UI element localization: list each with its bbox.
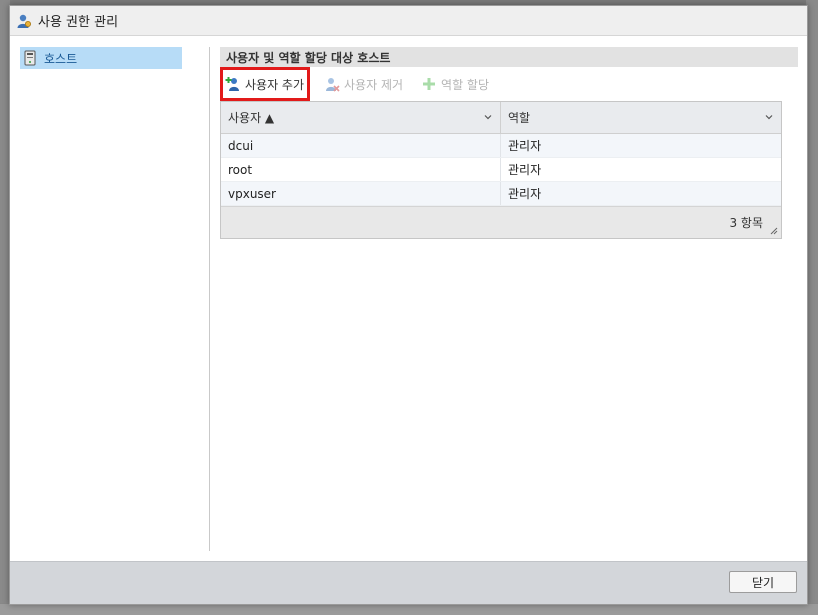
table-row[interactable]: dcui 관리자 [221, 134, 781, 158]
table-row[interactable]: vpxuser 관리자 [221, 182, 781, 206]
assign-role-label: 역할 할당 [441, 77, 490, 92]
dialog-titlebar: 사용 권한 관리 [10, 6, 807, 36]
dialog-title: 사용 권한 관리 [38, 15, 119, 30]
left-nav: 호스트 [20, 47, 182, 69]
chevron-down-icon[interactable] [484, 113, 492, 121]
permissions-dialog: 사용 권한 관리 호스트 사용자 및 역할 할당 대상 호스트 사용자 추가 사… [9, 5, 808, 605]
toolbar: 사용자 추가 사용자 제거 역할 할당 [220, 67, 798, 101]
resize-grip-icon[interactable] [770, 227, 778, 235]
remove-user-label: 사용자 제거 [344, 77, 404, 92]
nav-item-host[interactable]: 호스트 [20, 47, 182, 69]
vertical-divider [209, 47, 210, 551]
dialog-body: 호스트 사용자 및 역할 할당 대상 호스트 사용자 추가 사용자 제거 역할 … [10, 37, 807, 561]
close-button[interactable]: 닫기 [729, 571, 797, 593]
role-cell: 관리자 [508, 163, 542, 177]
user-permissions-icon [17, 14, 31, 28]
column-header-user-label: 사용자 ▲ [228, 111, 275, 125]
user-cell: root [221, 158, 501, 181]
user-cell: dcui [221, 134, 501, 157]
column-header-role-label: 역할 [508, 111, 531, 125]
chevron-down-icon[interactable] [765, 113, 773, 121]
table-row[interactable]: root 관리자 [221, 158, 781, 182]
dialog-footer: 닫기 [10, 561, 807, 604]
column-header-user[interactable]: 사용자 ▲ [221, 102, 501, 133]
table-header: 사용자 ▲ 역할 [221, 102, 781, 134]
users-table: 사용자 ▲ 역할 dcui 관리자 root 관리자 vpxuser 관리자 3… [220, 101, 782, 239]
host-icon [24, 50, 36, 66]
assign-role-button[interactable]: 역할 할당 [417, 70, 493, 98]
add-user-label: 사용자 추가 [245, 77, 305, 92]
remove-user-icon [326, 78, 340, 92]
add-user-button[interactable]: 사용자 추가 [220, 67, 311, 101]
remove-user-button[interactable]: 사용자 제거 [320, 70, 407, 98]
main-panel: 사용자 및 역할 할당 대상 호스트 사용자 추가 사용자 제거 역할 할당 사… [220, 47, 798, 239]
user-cell: vpxuser [221, 182, 501, 205]
role-cell: 관리자 [508, 187, 542, 201]
nav-item-label: 호스트 [44, 51, 78, 66]
plus-icon [423, 78, 436, 90]
section-header: 사용자 및 역할 할당 대상 호스트 [220, 47, 798, 67]
item-count: 3 항목 [729, 216, 763, 230]
column-header-role[interactable]: 역할 [501, 102, 781, 133]
add-user-icon [225, 77, 239, 91]
role-cell: 관리자 [508, 139, 542, 153]
table-footer: 3 항목 [221, 206, 781, 238]
